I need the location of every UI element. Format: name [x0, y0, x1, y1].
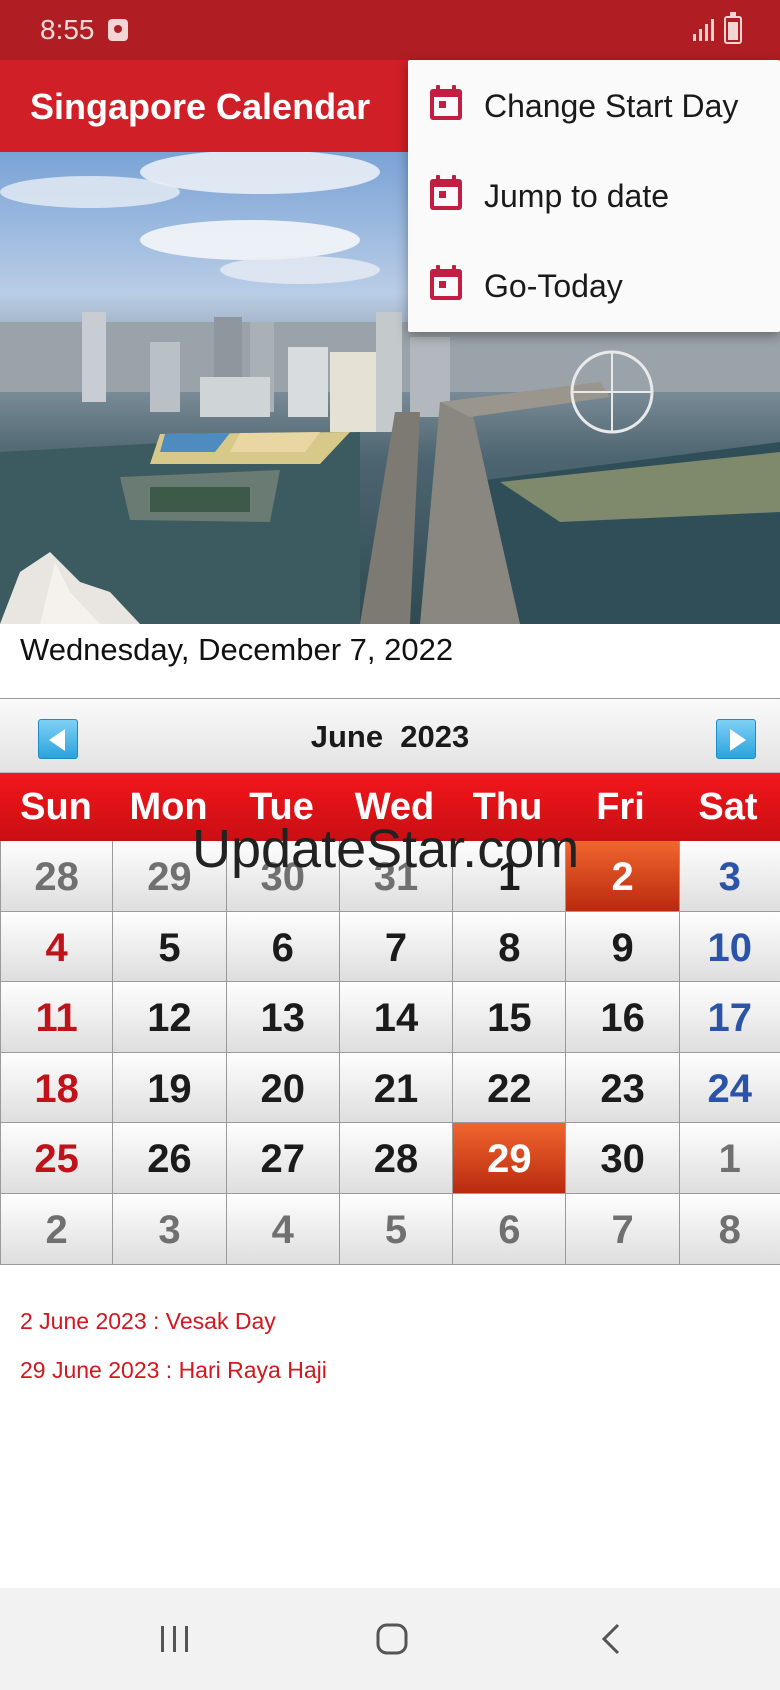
- menu-item-change-start-day[interactable]: Change Start Day: [408, 60, 780, 150]
- day-cell[interactable]: 24: [679, 1052, 780, 1124]
- day-cell[interactable]: 8: [679, 1193, 780, 1265]
- battery-charging-icon: [724, 12, 742, 44]
- calendar-icon: [430, 175, 462, 210]
- day-cell[interactable]: 3: [113, 1193, 227, 1265]
- day-cell[interactable]: 4: [0, 911, 114, 983]
- day-cell[interactable]: 5: [113, 911, 227, 983]
- next-month-button[interactable]: [716, 719, 756, 759]
- day-cell[interactable]: 12: [113, 982, 227, 1053]
- home-icon[interactable]: [362, 1616, 422, 1662]
- weekday-label: Sun: [20, 786, 92, 828]
- calendar-grid: 28 29 30 31 1 2 3 4 5 6 7 8 9 10 11 12 1…: [0, 841, 780, 1265]
- weekday-label: Thu: [472, 786, 543, 828]
- back-icon[interactable]: [582, 1616, 642, 1662]
- day-cell[interactable]: 7: [566, 1193, 680, 1265]
- calendar-icon: [430, 265, 462, 300]
- menu-item-go-today[interactable]: Go-Today: [408, 240, 780, 330]
- day-cell[interactable]: 13: [226, 982, 340, 1053]
- day-cell[interactable]: 14: [339, 982, 454, 1053]
- app-title: Singapore Calendar: [30, 86, 371, 127]
- day-cell[interactable]: 28: [339, 1123, 454, 1194]
- weekday-label: Mon: [129, 786, 208, 828]
- current-date: Wednesday, December 7, 2022: [20, 632, 454, 667]
- day-cell[interactable]: 2: [0, 1193, 114, 1265]
- day-cell[interactable]: 7: [339, 911, 454, 983]
- system-nav-bar: [0, 1588, 780, 1690]
- day-cell[interactable]: 21: [339, 1052, 454, 1124]
- calendar: June 2023 Sun Mon Tue Wed Thu Fri Sat 28…: [0, 698, 780, 1268]
- day-cell[interactable]: 20: [226, 1052, 340, 1124]
- day-cell[interactable]: 30: [226, 841, 340, 912]
- day-cell[interactable]: 5: [339, 1193, 454, 1265]
- day-cell[interactable]: 6: [226, 911, 340, 983]
- day-cell[interactable]: 16: [566, 982, 680, 1053]
- day-cell[interactable]: 10: [679, 911, 780, 983]
- calendar-icon: [430, 85, 462, 120]
- calendar-week: 2 3 4 5 6 7 8: [0, 1193, 780, 1265]
- day-cell[interactable]: 18: [0, 1052, 114, 1124]
- menu-item-label: Go-Today: [484, 268, 623, 304]
- weekday-header: Sun Mon Tue Wed Thu Fri Sat: [0, 773, 780, 841]
- day-cell[interactable]: 19: [113, 1052, 227, 1124]
- holiday-item: 29 June 2023 : Hari Raya Haji: [20, 1357, 327, 1383]
- menu-item-label: Change Start Day: [484, 88, 739, 124]
- day-cell[interactable]: 1: [679, 1123, 780, 1194]
- weekday-label: Sat: [698, 786, 758, 828]
- notification-icon: [108, 19, 128, 41]
- day-cell[interactable]: 6: [453, 1193, 567, 1265]
- day-cell[interactable]: 27: [226, 1123, 340, 1194]
- day-cell[interactable]: 1: [453, 841, 567, 912]
- calendar-week: 11 12 13 14 15 16 17: [0, 982, 780, 1053]
- day-cell-holiday[interactable]: 2: [566, 841, 680, 912]
- day-cell[interactable]: 8: [453, 911, 567, 983]
- holiday-item: 2 June 2023 : Vesak Day: [20, 1308, 276, 1334]
- day-cell[interactable]: 23: [566, 1052, 680, 1124]
- status-time: 8:55: [40, 14, 95, 45]
- overflow-menu: Change Start Day Jump to date Go-Today: [408, 60, 780, 332]
- recent-apps-icon[interactable]: [144, 1616, 204, 1662]
- day-cell[interactable]: 26: [113, 1123, 227, 1194]
- weekday-label: Fri: [596, 786, 645, 828]
- day-cell[interactable]: 28: [0, 841, 114, 912]
- day-cell[interactable]: 22: [453, 1052, 567, 1124]
- day-cell[interactable]: 29: [113, 841, 227, 912]
- day-cell[interactable]: 9: [566, 911, 680, 983]
- signal-icon: [693, 19, 714, 41]
- weekday-label: Tue: [249, 786, 314, 828]
- menu-item-jump-to-date[interactable]: Jump to date: [408, 150, 780, 240]
- day-cell[interactable]: 11: [0, 982, 114, 1053]
- status-bar: 8:55: [0, 0, 780, 60]
- menu-item-label: Jump to date: [484, 178, 669, 214]
- day-cell[interactable]: 31: [339, 841, 454, 912]
- calendar-week: 4 5 6 7 8 9 10: [0, 911, 780, 983]
- day-cell[interactable]: 4: [226, 1193, 340, 1265]
- calendar-header: June 2023: [0, 699, 780, 773]
- day-cell-holiday[interactable]: 29: [453, 1123, 567, 1194]
- day-cell[interactable]: 3: [679, 841, 780, 912]
- day-cell[interactable]: 25: [0, 1123, 114, 1194]
- day-cell[interactable]: 17: [679, 982, 780, 1053]
- calendar-week: 18 19 20 21 22 23 24: [0, 1052, 780, 1124]
- previous-month-button[interactable]: [38, 719, 78, 759]
- calendar-week: 28 29 30 31 1 2 3: [0, 841, 780, 912]
- day-cell[interactable]: 15: [453, 982, 567, 1053]
- weekday-label: Wed: [354, 786, 435, 828]
- calendar-week: 25 26 27 28 29 30 1: [0, 1123, 780, 1194]
- holiday-list: 2 June 2023 : Vesak Day 29 June 2023 : H…: [20, 1308, 327, 1406]
- day-cell[interactable]: 30: [566, 1123, 680, 1194]
- month-label: June 2023: [310, 719, 470, 754]
